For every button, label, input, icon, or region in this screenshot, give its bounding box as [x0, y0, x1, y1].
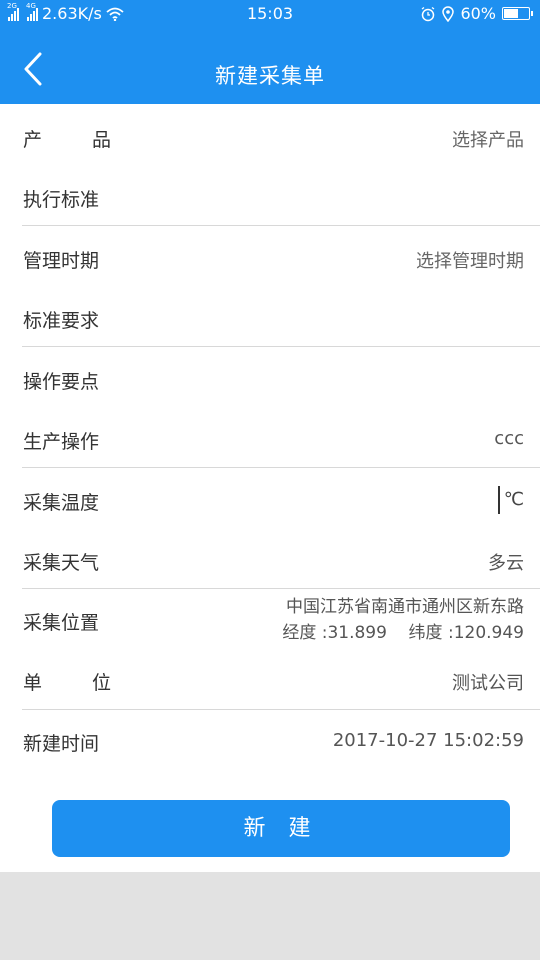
title-bar: 新建采集单: [0, 30, 540, 104]
location-coords: 经度 :31.899 纬度 :120.949: [282, 623, 524, 643]
row-key-points[interactable]: 操作要点: [0, 349, 540, 409]
period-label: 管理时期: [23, 250, 100, 272]
divider: [22, 346, 540, 347]
product-label: 产品: [23, 129, 112, 151]
row-product[interactable]: 产品 选择产品: [0, 107, 540, 167]
row-weather[interactable]: 采集天气 多云: [0, 530, 540, 590]
location-icon: [442, 5, 455, 22]
bottom-area: [0, 872, 540, 960]
status-bar: 2G 4G 2.63K/s 15:03 60%: [0, 0, 540, 30]
row-period[interactable]: 管理时期 选择管理时期: [0, 228, 540, 288]
create-button[interactable]: 新 建: [52, 800, 510, 857]
key-points-label: 操作要点: [23, 371, 100, 393]
row-requirement[interactable]: 标准要求: [0, 288, 540, 348]
row-created-time: 新建时间 2017-10-27 15:02:59: [0, 711, 540, 771]
row-unit[interactable]: 单位 测试公司: [0, 650, 540, 710]
temperature-label: 采集温度: [23, 492, 100, 514]
collection-form: 产品 选择产品 执行标准 管理时期 选择管理时期 标准要求 操作要点 生产操作 …: [0, 104, 540, 872]
row-standard[interactable]: 执行标准: [0, 167, 540, 227]
location-label: 采集位置: [23, 612, 100, 634]
created-time-value: 2017-10-27 15:02:59: [332, 730, 524, 751]
standard-label: 执行标准: [23, 189, 100, 211]
created-time-label: 新建时间: [23, 733, 100, 755]
production-label: 生产操作: [23, 431, 100, 453]
unit-label: 单位: [23, 672, 112, 694]
divider: [22, 588, 540, 589]
page-title: 新建采集单: [215, 64, 325, 88]
row-production[interactable]: 生产操作 ccc: [0, 409, 540, 469]
period-select[interactable]: 选择管理时期: [416, 247, 524, 273]
location-address: 中国江苏省南通市通州区新东路: [286, 597, 524, 617]
row-temperature[interactable]: 采集温度 ℃: [0, 470, 540, 530]
alarm-icon: [422, 6, 435, 21]
requirement-label: 标准要求: [23, 310, 100, 332]
divider: [22, 709, 540, 710]
status-right: 60%: [420, 4, 533, 23]
product-select[interactable]: 选择产品: [452, 126, 524, 152]
temperature-unit: ℃: [503, 489, 524, 510]
row-location[interactable]: 采集位置 中国江苏省南通市通州区新东路 经度 :31.899 纬度 :120.9…: [0, 590, 540, 650]
unit-value[interactable]: 测试公司: [452, 669, 524, 695]
weather-label: 采集天气: [23, 552, 100, 574]
divider: [22, 467, 540, 468]
temperature-input[interactable]: [498, 486, 500, 514]
battery-icon: [502, 7, 533, 20]
production-value[interactable]: ccc: [494, 428, 524, 449]
battery-percent: 60%: [460, 4, 496, 23]
location-value[interactable]: 中国江苏省南通市通州区新东路 经度 :31.899 纬度 :120.949: [282, 594, 524, 646]
weather-value[interactable]: 多云: [488, 549, 524, 575]
divider: [22, 225, 540, 226]
